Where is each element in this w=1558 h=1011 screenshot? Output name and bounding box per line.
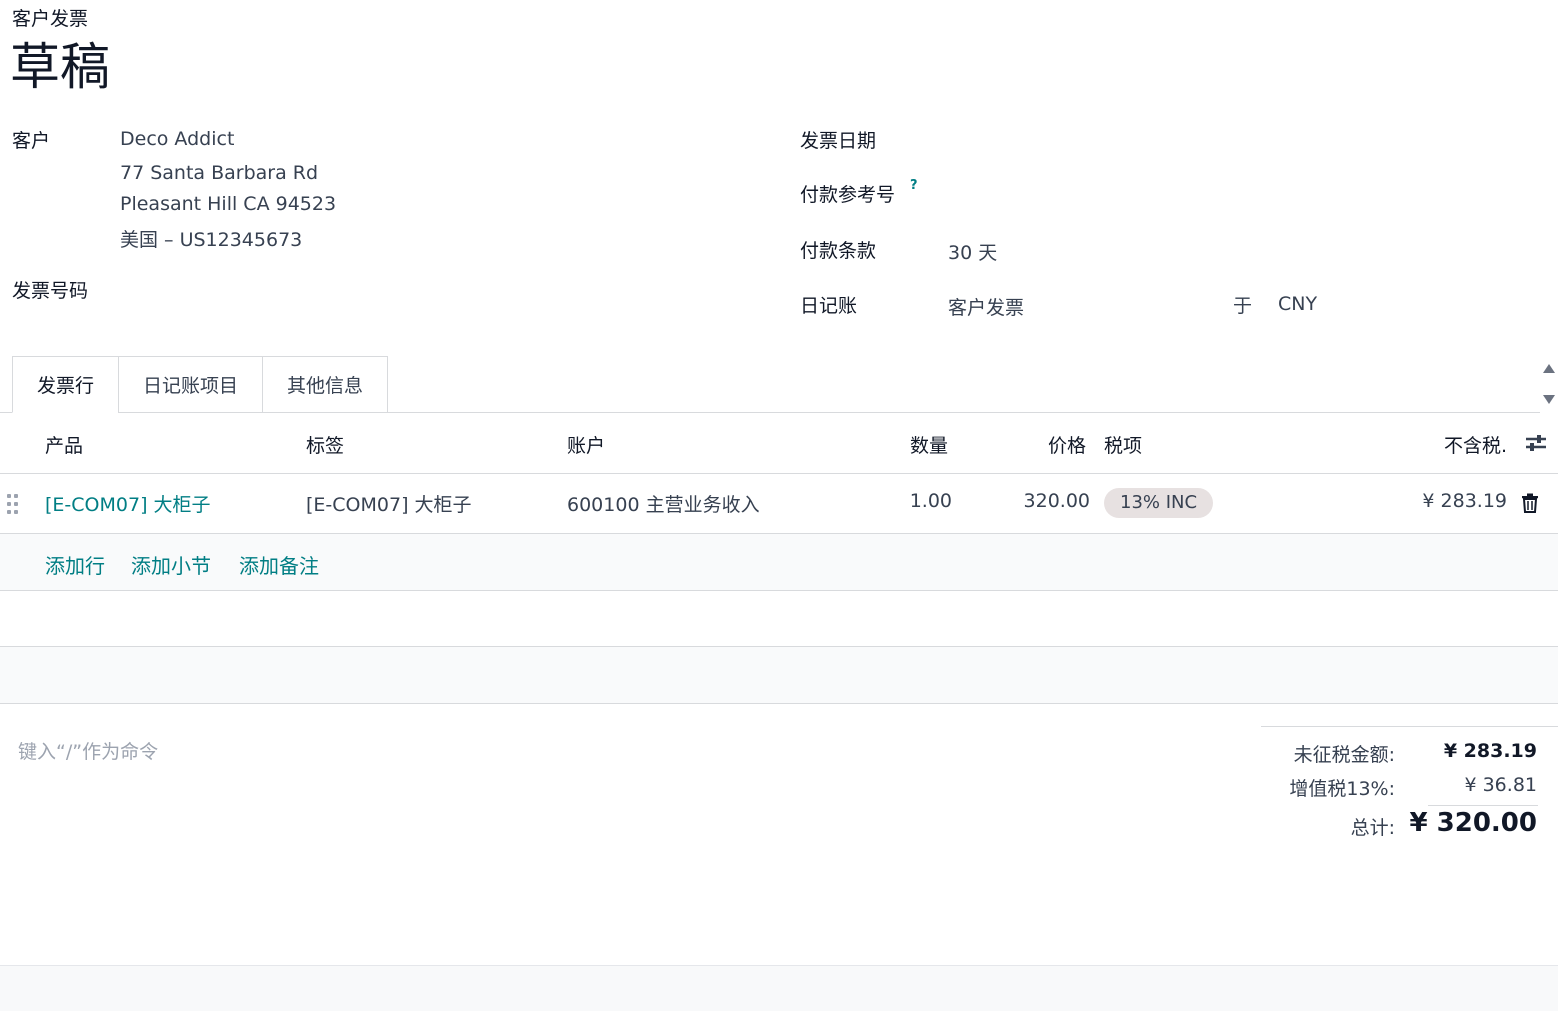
row-quantity[interactable]: 1.00 <box>910 490 952 512</box>
terms-note-input[interactable]: 键入“/”作为命令 <box>18 737 158 764</box>
table-row[interactable]: [E-COM07] 大柜子 [E-COM07] 大柜子 600100 主营业务收… <box>0 474 1558 534</box>
table-header: 产品 标签 账户 数量 价格 税项 不含税. <box>0 413 1558 474</box>
column-taxes[interactable]: 税项 <box>1104 431 1142 458</box>
add-line-link[interactable]: 添加行 <box>45 550 105 579</box>
column-price[interactable]: 价格 <box>1048 431 1086 458</box>
scroll-down-arrow-icon[interactable] <box>1543 395 1555 404</box>
document-state-title: 草稿 <box>10 38 110 96</box>
payment-reference-label: 付款参考号 <box>800 184 896 206</box>
untaxed-amount-value: ¥ 283.19 <box>1443 740 1537 762</box>
total-label: 总计: <box>1350 817 1395 839</box>
drag-handle-icon[interactable] <box>7 494 19 514</box>
row-product[interactable]: [E-COM07] 大柜子 <box>45 490 211 517</box>
column-label[interactable]: 标签 <box>306 431 344 458</box>
notebook-tabs: 发票行 日记账项目 其他信息 <box>12 356 389 413</box>
chatter-area <box>0 965 1558 1011</box>
untaxed-amount-label: 未征税金额: <box>1293 744 1395 766</box>
invoice-date-label: 发票日期 <box>800 130 877 152</box>
add-actions-bar: 添加行 添加小节 添加备注 <box>0 534 1558 591</box>
column-quantity[interactable]: 数量 <box>910 431 948 458</box>
payment-reference-input[interactable] <box>946 176 1546 208</box>
row-tax-badge[interactable]: 13% INC <box>1104 488 1214 518</box>
vat-label: 增值税13%: <box>1289 778 1395 800</box>
customer-label: 客户 <box>12 130 51 152</box>
journal-select[interactable]: 客户发票 <box>948 293 1024 320</box>
row-subtotal: ¥ 283.19 <box>1422 490 1507 512</box>
invoice-number-input[interactable] <box>120 272 760 304</box>
customer-address-street: 77 Santa Barbara Rd <box>120 162 319 184</box>
column-subtotal[interactable]: 不含税. <box>1444 431 1507 458</box>
invoice-number-label: 发票号码 <box>12 280 89 302</box>
empty-row <box>0 647 1558 704</box>
column-account[interactable]: 账户 <box>567 431 605 458</box>
journal-in-label: 于 <box>1233 295 1253 317</box>
row-price[interactable]: 320.00 <box>1024 490 1090 512</box>
column-product[interactable]: 产品 <box>45 431 83 458</box>
invoice-date-input[interactable] <box>946 122 1546 154</box>
currency-select[interactable]: CNY <box>1278 293 1317 315</box>
customer-name-link[interactable]: Deco Addict <box>120 128 234 150</box>
payment-terms-select[interactable]: 30 天 <box>948 238 997 265</box>
add-section-link[interactable]: 添加小节 <box>131 550 211 579</box>
row-account[interactable]: 600100 主营业务收入 <box>567 490 760 517</box>
empty-row <box>0 591 1558 647</box>
totals-divider <box>1261 726 1558 727</box>
trash-icon[interactable] <box>1521 493 1539 513</box>
total-value: ¥ 320.00 <box>1409 808 1537 838</box>
scroll-up-arrow-icon[interactable] <box>1543 364 1555 373</box>
add-note-link[interactable]: 添加备注 <box>239 550 319 579</box>
tab-invoice-lines[interactable]: 发票行 <box>12 356 119 413</box>
customer-address-country: 美国 – US12345673 <box>120 229 303 251</box>
journal-label: 日记账 <box>800 295 858 317</box>
payment-reference-help-icon[interactable]: ? <box>910 178 918 193</box>
vat-value: ¥ 36.81 <box>1464 774 1537 796</box>
customer-address-city: Pleasant Hill CA 94523 <box>120 193 337 215</box>
sliders-icon[interactable] <box>1524 433 1548 453</box>
tab-journal-items[interactable]: 日记账项目 <box>118 356 263 413</box>
row-label[interactable]: [E-COM07] 大柜子 <box>306 490 472 517</box>
document-type: 客户发票 <box>12 8 89 30</box>
tab-other-info[interactable]: 其他信息 <box>262 356 389 413</box>
total-divider <box>1428 805 1538 806</box>
payment-terms-label: 付款条款 <box>800 240 877 262</box>
